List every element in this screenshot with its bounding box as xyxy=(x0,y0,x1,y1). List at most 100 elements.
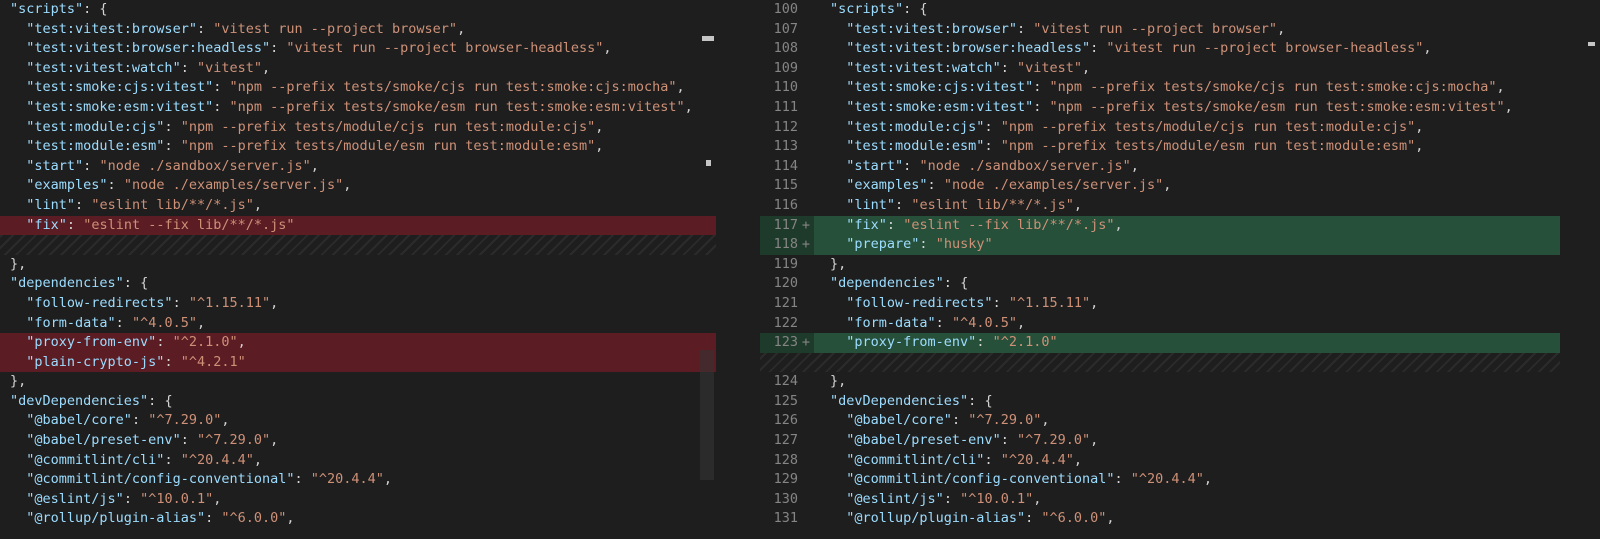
diff-marker: + xyxy=(801,216,811,233)
code-text: "test:vitest:browser": "vitest run --pro… xyxy=(846,20,1286,37)
code-line[interactable]: 127 "@babel/preset-env": "^7.29.0", xyxy=(760,431,1560,451)
code-line[interactable]: "form-data": "^4.0.5", xyxy=(0,314,716,334)
code-line[interactable]: 114 "start": "node ./sandbox/server.js", xyxy=(760,157,1560,177)
line-number: 126 xyxy=(773,412,798,429)
code-line[interactable]: "start": "node ./sandbox/server.js", xyxy=(0,157,716,177)
code-text: "@commitlint/config-conventional": "^20.… xyxy=(26,471,393,488)
code-text: "start": "node ./sandbox/server.js", xyxy=(846,157,1139,174)
code-line[interactable]: 120 "dependencies": { xyxy=(760,274,1560,294)
removed-line[interactable]: "fix": "eslint --fix lib/**/*.js" xyxy=(0,215,716,236)
modified-pane[interactable]: 100 "scripts": {107 "test:vitest:browser"… xyxy=(760,0,1560,539)
code-text: "test:module:esm": "npm --prefix tests/m… xyxy=(846,138,1424,155)
code-line[interactable]: 113 "test:module:esm": "npm --prefix tes… xyxy=(760,137,1560,157)
code-text: "test:smoke:cjs:vitest": "npm --prefix t… xyxy=(846,79,1505,96)
code-line[interactable]: 121 "follow-redirects": "^1.15.11", xyxy=(760,294,1560,314)
line-number: 116 xyxy=(773,196,798,213)
code-line[interactable]: "@babel/preset-env": "^7.29.0", xyxy=(0,431,716,451)
code-text: "test:module:esm": "npm --prefix tests/m… xyxy=(26,138,604,155)
code-line[interactable]: "test:vitest:watch": "vitest", xyxy=(0,59,716,79)
code-text: "scripts": { xyxy=(10,1,108,17)
code-line[interactable]: }, xyxy=(0,372,716,392)
code-text: "@babel/preset-env": "^7.29.0", xyxy=(26,432,279,449)
code-line[interactable]: 124}, xyxy=(760,372,1560,392)
code-text: "proxy-from-env": "^2.1.0" xyxy=(846,334,1058,351)
code-text: }, xyxy=(10,373,27,390)
code-line[interactable]: 126 "@babel/core": "^7.29.0", xyxy=(760,411,1560,431)
code-text: "follow-redirects": "^1.15.11", xyxy=(26,294,279,311)
code-line[interactable]: 130 "@eslint/js": "^10.0.1", xyxy=(760,490,1560,510)
line-number: 127 xyxy=(773,432,798,449)
code-line[interactable]: "test:smoke:cjs:vitest": "npm --prefix t… xyxy=(0,78,716,98)
code-text: "dependencies": { xyxy=(10,275,149,292)
added-line[interactable]: 123 + "proxy-from-env": "^2.1.0" xyxy=(760,333,1560,353)
line-number: 130 xyxy=(773,490,798,507)
code-text: "form-data": "^4.0.5", xyxy=(846,314,1026,331)
code-line[interactable]: "lint": "eslint lib/**/*.js", xyxy=(0,196,716,216)
code-text: "@eslint/js": "^10.0.1", xyxy=(846,490,1042,507)
code-line[interactable]: 110 "test:smoke:cjs:vitest": "npm --pref… xyxy=(760,78,1560,98)
code-text: "test:module:cjs": "npm --prefix tests/m… xyxy=(846,118,1424,135)
code-line[interactable]: 125 "devDependencies": { xyxy=(760,392,1560,412)
code-line[interactable]: 109 "test:vitest:watch": "vitest", xyxy=(760,59,1560,79)
line-number: 131 xyxy=(773,510,798,527)
line-number: 120 xyxy=(773,275,798,292)
code-line[interactable]: "@rollup/plugin-alias": "^6.0.0", xyxy=(0,509,716,529)
code-line[interactable]: "@commitlint/cli": "^20.4.4", xyxy=(0,451,716,471)
code-line[interactable]: 100 "scripts": { xyxy=(760,0,1560,20)
code-line[interactable]: "test:vitest:browser:headless": "vitest … xyxy=(0,39,716,59)
code-line[interactable]: "test:vitest:browser": "vitest run --pro… xyxy=(0,20,716,40)
code-text: "form-data": "^4.0.5", xyxy=(26,314,206,331)
line-number: 111 xyxy=(773,98,798,115)
diff-filler-row[interactable] xyxy=(0,235,716,255)
left-scrollbar-thumb[interactable] xyxy=(700,350,714,480)
code-line[interactable]: }, xyxy=(0,255,716,275)
diff-filler-row[interactable] xyxy=(760,352,1560,373)
line-number: 125 xyxy=(773,392,798,409)
code-text: }, xyxy=(10,255,27,272)
code-text: "fix": "eslint --fix lib/**/*.js", xyxy=(846,216,1123,233)
code-text: "@rollup/plugin-alias": "^6.0.0", xyxy=(26,510,295,527)
line-number: 119 xyxy=(773,255,798,272)
removed-line[interactable]: "plain-crypto-js": "^4.2.1" xyxy=(0,352,716,373)
code-line[interactable]: "@commitlint/config-conventional": "^20.… xyxy=(0,470,716,490)
code-text: "fix": "eslint --fix lib/**/*.js" xyxy=(26,216,295,233)
code-line[interactable]: 112 "test:module:cjs": "npm --prefix tes… xyxy=(760,118,1560,138)
code-line[interactable]: "scripts": { xyxy=(0,0,716,20)
code-line[interactable]: 131 "@rollup/plugin-alias": "^6.0.0", xyxy=(760,509,1560,529)
code-line[interactable]: "dependencies": { xyxy=(0,274,716,294)
code-line[interactable]: 119}, xyxy=(760,255,1560,275)
code-line[interactable]: "examples": "node ./examples/server.js", xyxy=(0,176,716,196)
right-overview-ruler[interactable] xyxy=(1560,0,1600,539)
overview-ruler-marker xyxy=(702,36,714,41)
code-line[interactable]: "test:module:cjs": "npm --prefix tests/m… xyxy=(0,118,716,138)
code-line[interactable]: "devDependencies": { xyxy=(0,392,716,412)
code-line[interactable]: 115 "examples": "node ./examples/server.… xyxy=(760,176,1560,196)
line-number: 108 xyxy=(773,40,798,57)
code-text: "test:smoke:cjs:vitest": "npm --prefix t… xyxy=(26,79,685,96)
code-text: "test:vitest:watch": "vitest", xyxy=(26,59,271,76)
code-line[interactable]: 129 "@commitlint/config-conventional": "… xyxy=(760,470,1560,490)
code-text: "lint": "eslint lib/**/*.js", xyxy=(26,196,263,213)
added-line[interactable]: 117 + "fix": "eslint --fix lib/**/*.js", xyxy=(760,215,1560,236)
code-text: "test:smoke:esm:vitest": "npm --prefix t… xyxy=(26,98,693,115)
code-line[interactable]: "test:module:esm": "npm --prefix tests/m… xyxy=(0,137,716,157)
line-number: 117 xyxy=(773,216,798,233)
code-line[interactable]: 108 "test:vitest:browser:headless": "vit… xyxy=(760,39,1560,59)
code-line[interactable]: 107 "test:vitest:browser": "vitest run -… xyxy=(760,20,1560,40)
code-line[interactable]: 122 "form-data": "^4.0.5", xyxy=(760,314,1560,334)
code-text: "plain-crypto-js": "^4.2.1" xyxy=(26,353,246,370)
code-line[interactable]: 111 "test:smoke:esm:vitest": "npm --pref… xyxy=(760,98,1560,118)
code-line[interactable]: "@babel/core": "^7.29.0", xyxy=(0,411,716,431)
code-line[interactable]: "@eslint/js": "^10.0.1", xyxy=(0,490,716,510)
code-text: "@eslint/js": "^10.0.1", xyxy=(26,490,222,507)
code-line[interactable]: 116 "lint": "eslint lib/**/*.js", xyxy=(760,196,1560,216)
code-line[interactable]: "test:smoke:esm:vitest": "npm --prefix t… xyxy=(0,98,716,118)
added-line[interactable]: 118 + "prepare": "husky" xyxy=(760,235,1560,255)
original-pane[interactable]: "scripts": { "test:vitest:browser": "vit… xyxy=(0,0,716,539)
code-line[interactable]: 128 "@commitlint/cli": "^20.4.4", xyxy=(760,451,1560,471)
line-number: 123 xyxy=(773,334,798,351)
code-text: }, xyxy=(830,255,847,272)
code-text: "follow-redirects": "^1.15.11", xyxy=(846,294,1099,311)
removed-line[interactable]: "proxy-from-env": "^2.1.0", xyxy=(0,333,716,353)
code-line[interactable]: "follow-redirects": "^1.15.11", xyxy=(0,294,716,314)
